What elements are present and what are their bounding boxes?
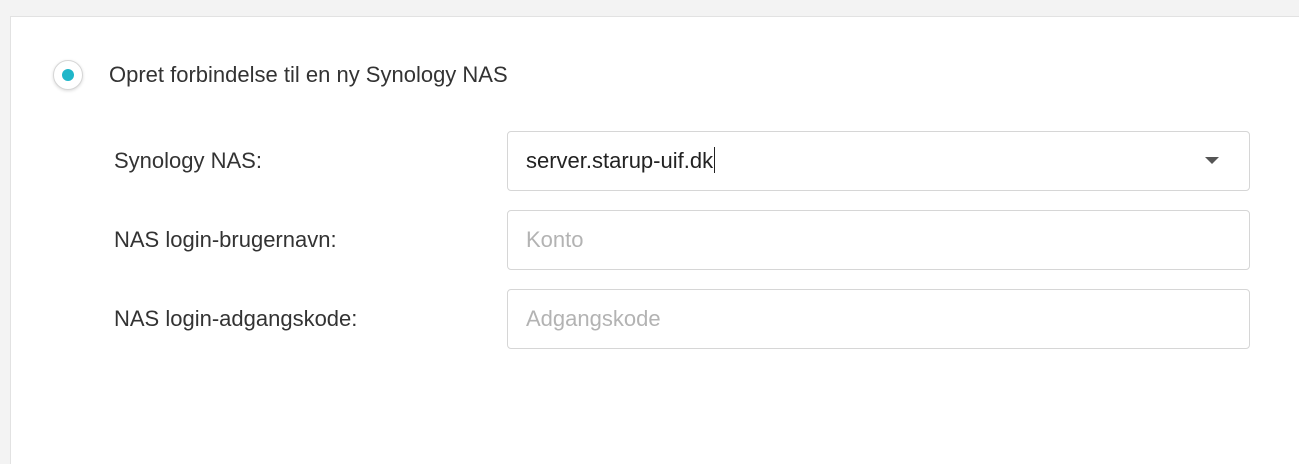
new-nas-option-label: Opret forbindelse til en ny Synology NAS — [109, 62, 508, 87]
username-label: NAS login-brugernavn: — [114, 227, 337, 252]
username-placeholder: Konto — [526, 227, 584, 252]
nas-row: Synology NAS: server.starup-uif.dk — [11, 131, 1299, 191]
new-nas-option[interactable]: Opret forbindelse til en ny Synology NAS — [53, 57, 508, 93]
password-row: NAS login-adgangskode: Adgangskode — [11, 289, 1299, 349]
nas-combobox[interactable]: server.starup-uif.dk — [507, 131, 1250, 191]
radio-selected-dot — [62, 69, 74, 81]
chevron-down-icon[interactable] — [1205, 157, 1219, 164]
nas-label: Synology NAS: — [114, 148, 262, 173]
username-row: NAS login-brugernavn: Konto — [11, 210, 1299, 270]
password-label: NAS login-adgangskode: — [114, 306, 358, 331]
nas-value: server.starup-uif.dk — [526, 148, 714, 173]
connection-panel: Opret forbindelse til en ny Synology NAS… — [10, 16, 1299, 464]
password-field[interactable]: Adgangskode — [507, 289, 1250, 349]
password-placeholder: Adgangskode — [526, 306, 661, 331]
new-nas-radio[interactable] — [53, 60, 83, 90]
nas-input[interactable]: server.starup-uif.dk — [526, 132, 716, 190]
username-field[interactable]: Konto — [507, 210, 1250, 270]
text-cursor — [714, 147, 716, 174]
